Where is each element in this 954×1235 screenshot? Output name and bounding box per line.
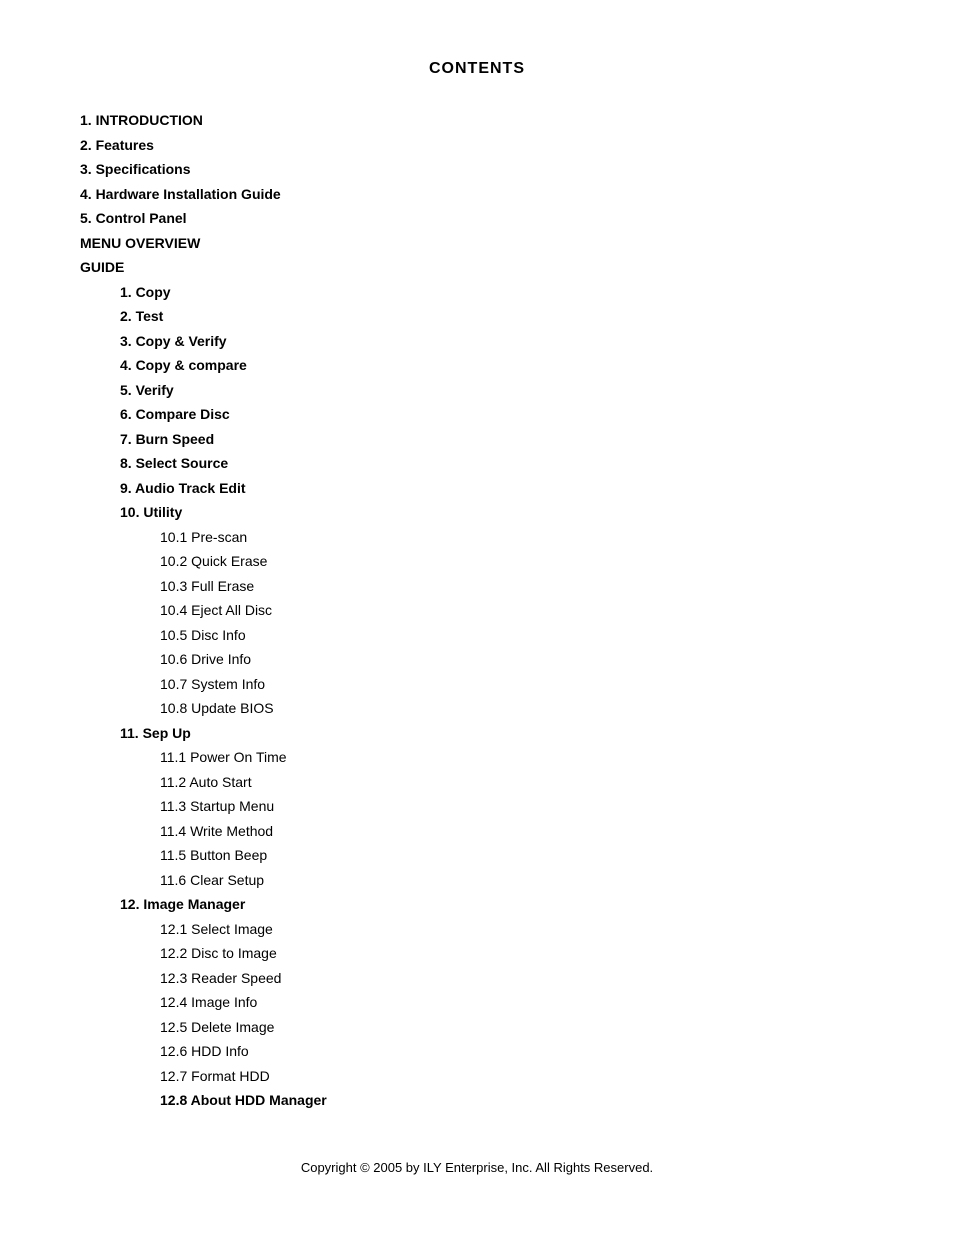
toc-item-item-4: 4. Hardware Installation Guide <box>80 182 874 207</box>
toc-item-item-11-2: 11.2 Auto Start <box>80 770 874 795</box>
toc-item-item-menu: MENU OVERVIEW <box>80 231 874 256</box>
toc-item-item-12-1: 12.1 Select Image <box>80 917 874 942</box>
toc-item-item-5: 5. Control Panel <box>80 206 874 231</box>
toc-item-item-guide-2: 2. Test <box>80 304 874 329</box>
toc-item-item-11-3: 11.3 Startup Menu <box>80 794 874 819</box>
toc-item-item-guide-1: 1. Copy <box>80 280 874 305</box>
toc-item-item-12-2: 12.2 Disc to Image <box>80 941 874 966</box>
toc-item-item-guide-3: 3. Copy & Verify <box>80 329 874 354</box>
toc-item-item-10-8: 10.8 Update BIOS <box>80 696 874 721</box>
toc-item-item-guide: GUIDE <box>80 255 874 280</box>
toc-item-item-10-6: 10.6 Drive Info <box>80 647 874 672</box>
toc-item-item-guide-5: 5. Verify <box>80 378 874 403</box>
toc-item-item-guide-6: 6. Compare Disc <box>80 402 874 427</box>
toc-item-item-12-3: 12.3 Reader Speed <box>80 966 874 991</box>
toc-item-item-12-4: 12.4 Image Info <box>80 990 874 1015</box>
toc-item-item-10-2: 10.2 Quick Erase <box>80 549 874 574</box>
toc-item-item-11-6: 11.6 Clear Setup <box>80 868 874 893</box>
toc-item-item-10-5: 10.5 Disc Info <box>80 623 874 648</box>
toc-item-item-guide-7: 7. Burn Speed <box>80 427 874 452</box>
toc-item-item-11-5: 11.5 Button Beep <box>80 843 874 868</box>
page-container: CONTENTS 1. INTRODUCTION2. Features3. Sp… <box>0 0 954 1235</box>
toc-item-item-guide-8: 8. Select Source <box>80 451 874 476</box>
toc-item-item-12-5: 12.5 Delete Image <box>80 1015 874 1040</box>
toc-container: 1. INTRODUCTION2. Features3. Specificati… <box>80 108 874 1120</box>
toc-item-item-2: 2. Features <box>80 133 874 158</box>
page-title: CONTENTS <box>80 60 874 78</box>
toc-item-item-12-6: 12.6 HDD Info <box>80 1039 874 1064</box>
toc-item-item-10-3: 10.3 Full Erase <box>80 574 874 599</box>
toc-item-item-guide-9: 9. Audio Track Edit <box>80 476 874 501</box>
toc-item-item-1: 1. INTRODUCTION <box>80 108 874 133</box>
toc-item-item-3: 3. Specifications <box>80 157 874 182</box>
footer: Copyright © 2005 by ILY Enterprise, Inc.… <box>80 1120 874 1175</box>
toc-item-item-10: 10. Utility <box>80 500 874 525</box>
toc-item-item-10-4: 10.4 Eject All Disc <box>80 598 874 623</box>
toc-item-item-12-8: 12.8 About HDD Manager <box>80 1088 874 1113</box>
toc-item-item-12: 12. Image Manager <box>80 892 874 917</box>
toc-item-item-10-1: 10.1 Pre-scan <box>80 525 874 550</box>
toc-item-item-11-4: 11.4 Write Method <box>80 819 874 844</box>
toc-item-item-11: 11. Sep Up <box>80 721 874 746</box>
toc-item-item-guide-4: 4. Copy & compare <box>80 353 874 378</box>
toc-item-item-11-1: 11.1 Power On Time <box>80 745 874 770</box>
toc-item-item-12-7: 12.7 Format HDD <box>80 1064 874 1089</box>
toc-item-item-10-7: 10.7 System Info <box>80 672 874 697</box>
